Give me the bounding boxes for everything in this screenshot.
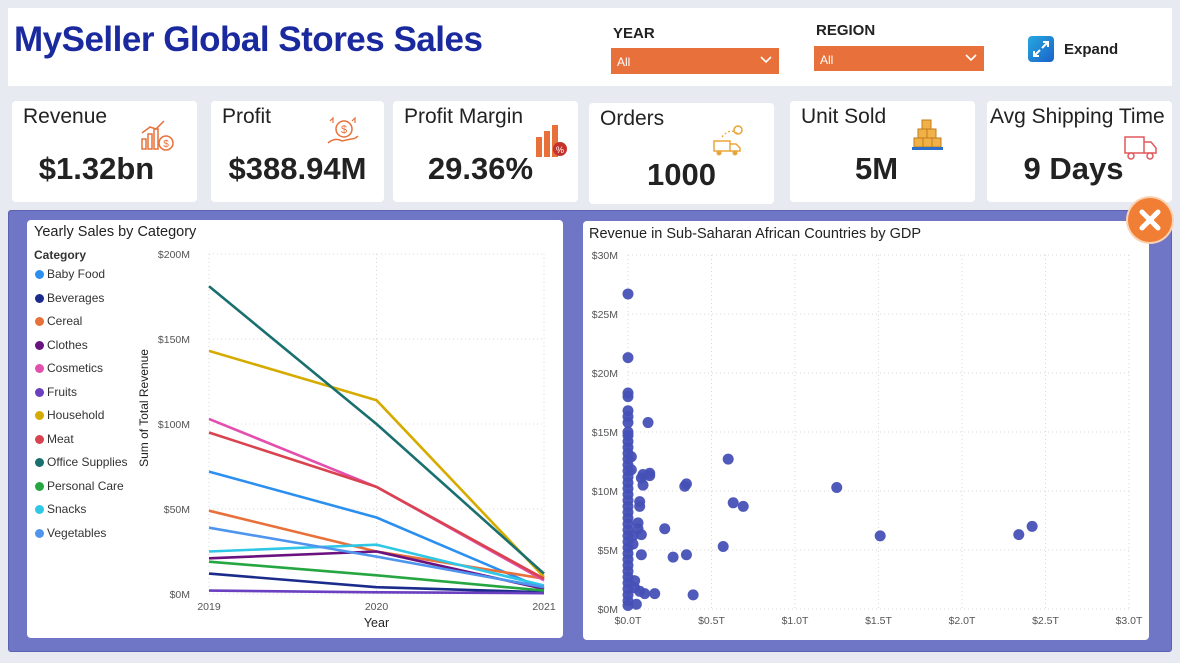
scatter-point — [635, 529, 647, 541]
scatter-point — [680, 478, 692, 490]
kpi-value: $1.32bn — [38, 151, 155, 186]
x-tick-label: $1.5T — [865, 615, 892, 627]
kpi-value: 1000 — [647, 157, 716, 192]
x-tick-label: $0.5T — [698, 615, 725, 627]
scatter-point — [635, 549, 647, 561]
scatter-point — [659, 523, 671, 535]
scatter-point — [639, 588, 651, 600]
profit-margin-icon: % — [536, 125, 567, 157]
scatter-point — [625, 451, 637, 463]
y-tick-label: $30M — [592, 250, 618, 262]
y-tick-label: $10M — [592, 486, 618, 498]
scatter-chart: $0M$5M$10M$15M$20M$25M$30M$0.0T $0.5T $1.0… — [592, 250, 1143, 627]
revenue-chart-icon: $ — [141, 120, 174, 151]
scatter-point — [637, 479, 649, 491]
kpi-value: 5M — [854, 151, 899, 186]
svg-text:%: % — [556, 145, 564, 155]
chevron-down-icon — [760, 56, 772, 64]
series-line — [208, 349, 545, 578]
scatter-point — [627, 538, 639, 550]
scatter-point — [831, 481, 843, 493]
region-slicer-value: All — [820, 53, 834, 67]
x-tick-label: 2019 — [197, 601, 221, 613]
close-button[interactable] — [1128, 198, 1172, 242]
kpi-value: $388.94M — [228, 151, 367, 186]
kpi-label: Avg Shipping Time — [990, 105, 1165, 128]
scatter-point — [722, 453, 734, 465]
kpi-label: Profit — [222, 105, 272, 128]
scatter-point — [622, 288, 634, 300]
scatter-point — [630, 598, 642, 610]
kpi-label: Revenue — [23, 105, 108, 128]
y-tick-label: $20M — [592, 368, 618, 380]
kpi-card-profit: Profit $388.94M $ — [211, 101, 384, 202]
profit-hand-coin-icon: $ — [327, 116, 359, 144]
svg-text:$: $ — [341, 124, 347, 136]
scatter-point — [634, 496, 646, 508]
year-slicer-value: All — [617, 55, 631, 69]
region-slicer-label: REGION — [816, 22, 876, 39]
close-icon — [1139, 209, 1161, 231]
x-tick-label: $0.0T — [615, 615, 642, 627]
kpi-card-profit-margin: Profit Margin 29.36% % — [393, 101, 578, 202]
x-tick-label: $2.5T — [1032, 615, 1059, 627]
year-slicer-label: YEAR — [613, 25, 655, 42]
revenue-gdp-card: Revenue in Sub-Saharan African Countries… — [583, 221, 1149, 640]
line-chart: $0M $50M $100M $150M $200M 2019 2020 2021 Year Su… — [137, 249, 556, 630]
chevron-down-icon — [965, 54, 977, 62]
x-tick-label: 2020 — [365, 601, 389, 613]
year-slicer-dropdown[interactable]: All — [611, 48, 779, 74]
kpi-card-avg-shipping-time: Avg Shipping Time 9 Days — [987, 101, 1172, 202]
y-tick-label: $5M — [598, 545, 618, 557]
boxes-icon — [912, 119, 943, 150]
scatter-point — [644, 470, 656, 482]
scatter-point — [874, 530, 886, 542]
x-tick-label: $2.0T — [949, 615, 976, 627]
expand-button[interactable]: Expand — [1028, 34, 1148, 64]
x-axis-label: Year — [364, 616, 389, 630]
scatter-point — [687, 589, 699, 601]
y-tick-label: $25M — [592, 309, 618, 321]
scatter-point — [622, 417, 634, 429]
y-tick-label: $200M — [158, 249, 190, 261]
scatter-point — [680, 549, 692, 561]
scatter-point — [717, 540, 729, 552]
shipping-truck-icon — [1124, 136, 1157, 160]
region-slicer-dropdown[interactable]: All — [814, 46, 984, 71]
x-tick-label: $1.0T — [782, 615, 809, 627]
y-tick-label: $150M — [158, 334, 190, 346]
header-bar: MySeller Global Stores Sales YEAR All RE… — [8, 8, 1172, 86]
kpi-card-orders: Orders 1000 — [589, 103, 774, 204]
y-tick-label: $15M — [592, 427, 618, 439]
kpi-card-revenue: Revenue $1.32bn $ — [12, 101, 197, 202]
y-axis-label: Sum of Total Revenue — [137, 349, 151, 467]
dashboard-title: MySeller Global Stores Sales — [14, 20, 483, 59]
svg-text:$: $ — [163, 139, 169, 150]
yearly-sales-card: Yearly Sales by Category Category Baby F… — [27, 220, 563, 638]
scatter-point — [625, 464, 637, 476]
kpi-label: Orders — [600, 107, 665, 130]
scatter-point — [1026, 520, 1038, 532]
scatter-point — [737, 500, 749, 512]
y-tick-label: $0M — [170, 589, 190, 601]
scatter-point — [727, 497, 739, 509]
x-tick-label: $3.0T — [1116, 615, 1143, 627]
kpi-label: Unit Sold — [801, 105, 887, 128]
y-tick-label: $100M — [158, 419, 190, 431]
scatter-point — [1013, 529, 1025, 541]
scatter-point — [642, 417, 654, 429]
y-tick-label: $50M — [164, 504, 190, 516]
scatter-point — [629, 575, 641, 587]
scatter-point — [667, 551, 679, 563]
delivery-truck-icon — [713, 125, 743, 156]
scatter-point — [649, 588, 661, 600]
kpi-label: Profit Margin — [404, 105, 524, 128]
expand-icon — [1028, 36, 1054, 62]
kpi-card-unit-sold: Unit Sold 5M — [790, 101, 975, 202]
scatter-point — [622, 352, 634, 364]
x-tick-label: 2021 — [532, 601, 556, 613]
scatter-point — [622, 391, 634, 403]
expand-label: Expand — [1064, 41, 1119, 58]
